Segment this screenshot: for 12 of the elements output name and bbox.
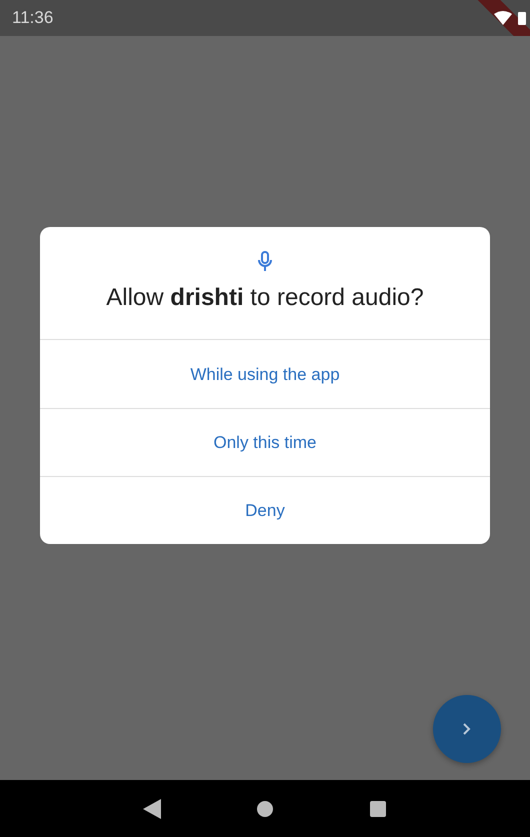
option-button[interactable]: While using the app [40, 339, 490, 408]
recents-icon[interactable] [369, 800, 388, 818]
battery-icon [518, 11, 526, 25]
wifi-icon [494, 11, 512, 25]
chevron-right-icon [463, 723, 471, 735]
home-icon[interactable] [256, 800, 274, 818]
microphone-icon [257, 251, 273, 271]
option-button[interactable]: Only this time [40, 408, 490, 476]
dialog-title: Allow drishti to record audio? [105, 283, 425, 313]
back-icon[interactable] [142, 798, 161, 818]
option-button[interactable]: Deny [40, 476, 490, 544]
status-time: 11:36 [12, 8, 54, 28]
